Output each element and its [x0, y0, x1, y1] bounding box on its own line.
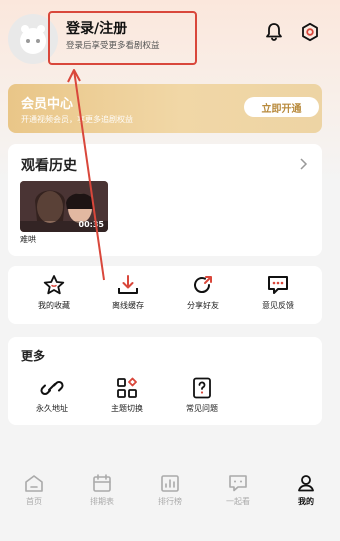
history-title-text[interactable]: 难哄	[20, 234, 36, 245]
favorites-button[interactable]: 我的收藏	[24, 274, 84, 311]
theme-switch-button[interactable]: 主题切换	[97, 377, 157, 414]
favorites-label: 我的收藏	[38, 301, 70, 310]
home-icon	[25, 475, 43, 492]
more-card: 更多 永久地址 主题切换 常见问题	[8, 337, 322, 425]
watch-history-card: 观看历史 00:35 难哄	[8, 144, 322, 256]
offline-cache-label: 离线缓存	[112, 301, 144, 310]
feedback-icon	[268, 276, 288, 294]
ranking-icon	[161, 475, 179, 492]
tab-ranking[interactable]: 排行榜	[140, 470, 200, 516]
login-register-link[interactable]: 登录/注册	[66, 18, 127, 38]
theme-switch-label: 主题切换	[111, 404, 143, 413]
bell-icon[interactable]	[263, 21, 285, 43]
feedback-button[interactable]: 意见反馈	[248, 274, 308, 311]
tab-ranking-label: 排行榜	[158, 497, 182, 506]
tab-schedule[interactable]: 排期表	[72, 470, 132, 516]
link-icon	[40, 380, 64, 396]
faq-button[interactable]: 常见问题	[172, 377, 232, 414]
permanent-address-button[interactable]: 永久地址	[22, 377, 82, 414]
open-membership-button[interactable]: 立即开通	[244, 97, 319, 117]
login-subtitle: 登录后享受更多看剧权益	[66, 41, 160, 51]
share-friends-label: 分享好友	[187, 301, 219, 310]
quick-actions-card: 我的收藏 离线缓存 分享好友 意见反馈	[8, 266, 322, 324]
watch-history-title: 观看历史	[21, 158, 77, 174]
tab-watch-together-label: 一起看	[226, 497, 250, 506]
download-icon	[118, 275, 138, 294]
star-icon	[43, 275, 65, 295]
member-center-title: 会员中心	[21, 97, 74, 112]
tab-profile[interactable]: 我的	[276, 470, 336, 516]
member-center-subtitle: 开通视频会员，享更多追剧权益	[21, 115, 133, 124]
history-duration: 00:35	[78, 220, 104, 229]
feedback-label: 意见反馈	[262, 301, 294, 310]
bottom-tab-bar: 首页 排期表 排行榜 一起看 我的	[0, 470, 340, 516]
faq-icon	[193, 377, 211, 399]
more-title: 更多	[21, 349, 46, 363]
watch-together-icon	[229, 475, 247, 492]
calendar-icon	[93, 474, 111, 492]
theme-icon	[117, 377, 137, 398]
tab-watch-together[interactable]: 一起看	[208, 470, 268, 516]
history-thumbnail[interactable]: 00:35	[20, 181, 108, 232]
offline-cache-button[interactable]: 离线缓存	[98, 274, 158, 311]
share-friends-button[interactable]: 分享好友	[173, 274, 233, 311]
faq-label: 常见问题	[186, 404, 218, 413]
settings-icon[interactable]	[299, 21, 321, 43]
permanent-address-label: 永久地址	[36, 404, 68, 413]
tab-profile-label: 我的	[298, 497, 314, 506]
share-icon	[194, 276, 212, 294]
tab-schedule-label: 排期表	[90, 497, 114, 506]
tab-home-label: 首页	[26, 497, 42, 506]
member-center-banner[interactable]: 会员中心 开通视频会员，享更多追剧权益 立即开通	[8, 84, 322, 133]
profile-icon	[298, 475, 314, 492]
chevron-right-icon[interactable]	[298, 156, 310, 170]
tab-home[interactable]: 首页	[4, 470, 64, 516]
profile-header: 登录/注册 登录后享受更多看剧权益	[0, 0, 340, 80]
